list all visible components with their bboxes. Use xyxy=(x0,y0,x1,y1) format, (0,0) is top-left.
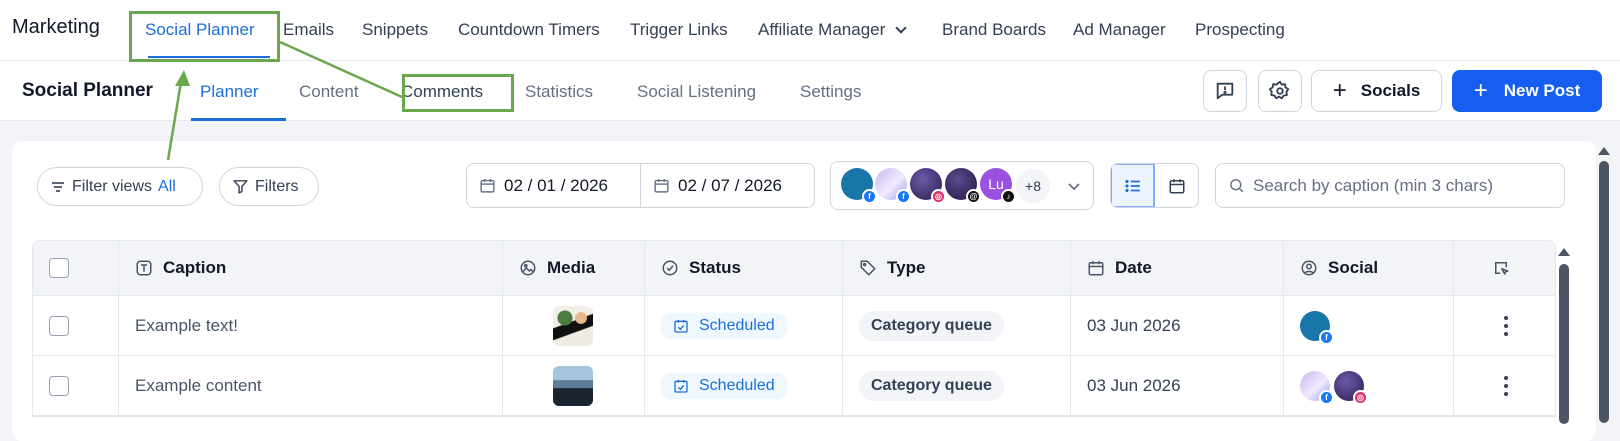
annotation-arrows xyxy=(166,40,403,161)
